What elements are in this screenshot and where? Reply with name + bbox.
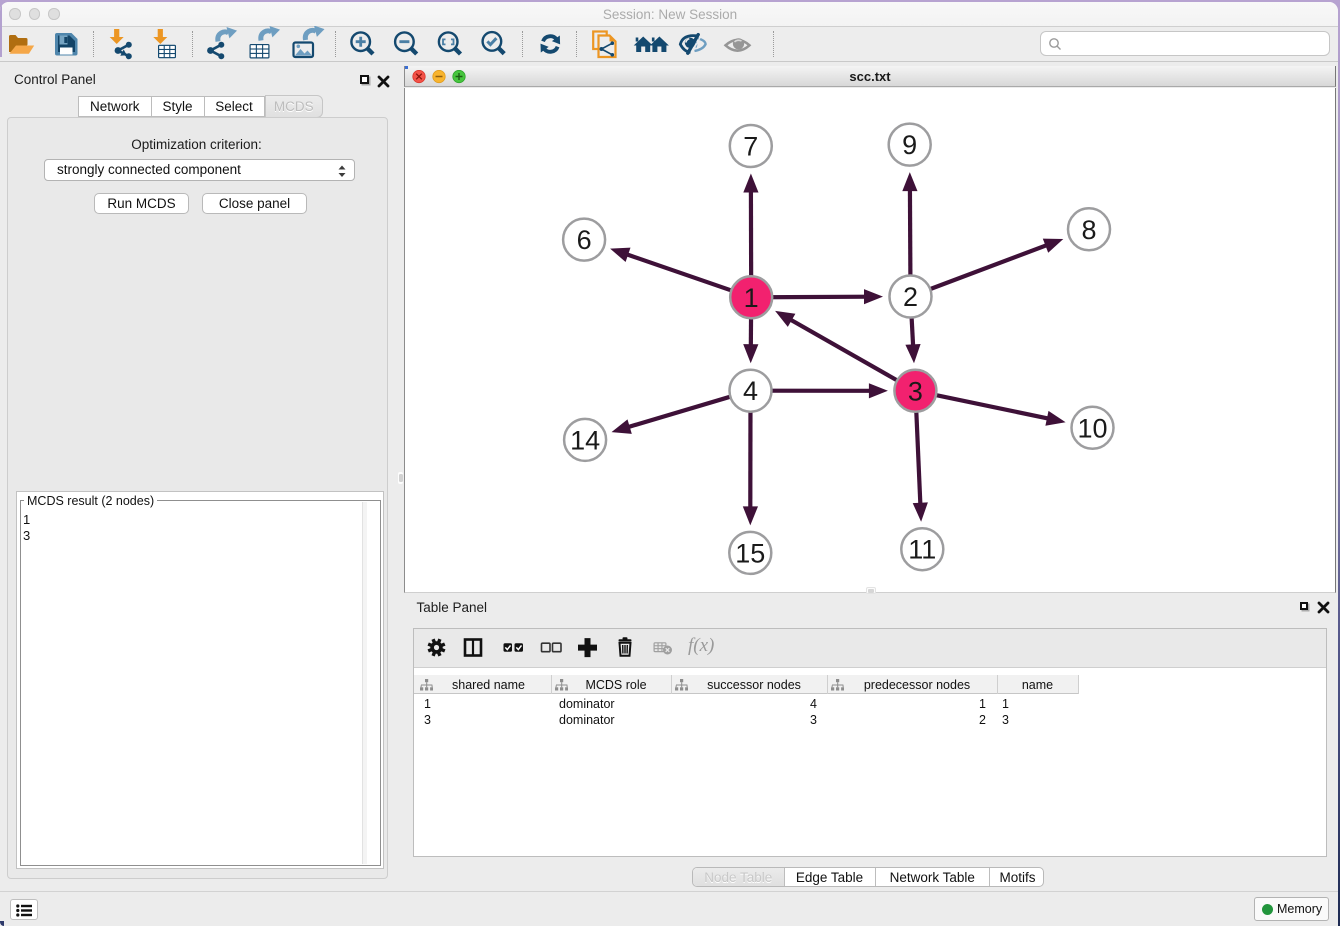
svg-text:9: 9 <box>902 130 917 160</box>
svg-text:14: 14 <box>570 425 600 455</box>
svg-text:2: 2 <box>902 282 917 312</box>
svg-text:10: 10 <box>1077 413 1107 443</box>
svg-text:1: 1 <box>743 283 758 313</box>
svg-text:6: 6 <box>576 225 591 255</box>
svg-text:8: 8 <box>1081 215 1096 245</box>
svg-text:4: 4 <box>742 376 757 406</box>
svg-text:15: 15 <box>735 538 765 568</box>
svg-text:3: 3 <box>907 376 922 406</box>
svg-text:11: 11 <box>908 535 936 565</box>
svg-text:7: 7 <box>743 132 758 162</box>
